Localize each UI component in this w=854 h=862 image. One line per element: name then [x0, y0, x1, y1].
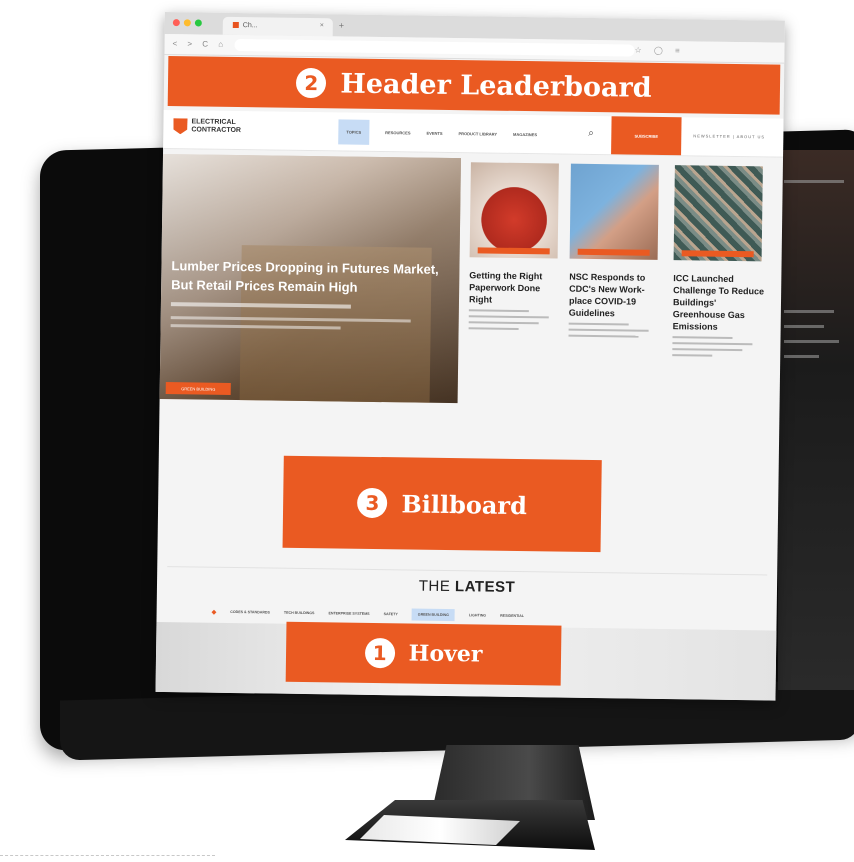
article-thumbnail [673, 165, 763, 262]
header-links[interactable]: NEWSLETTER | ABOUT US [693, 133, 765, 139]
main-nav: TOPICS RESOURCES EVENTS PRODUCT LIBRARY … [338, 112, 537, 153]
browser-window: Ch... × + < > C ⌂ ☆ ◯ ≡ 2 Header Leaderb… [155, 12, 785, 701]
placement-number-badge: 3 [357, 487, 388, 519]
hero-article[interactable]: Lumber Prices Dropping in Futures Market… [159, 153, 461, 404]
hover-ad[interactable]: 1 Hover [285, 621, 562, 686]
placement-number-badge: 1 [364, 637, 395, 669]
article-card[interactable]: ICC Launched Challenge To Reduce Buildin… [672, 165, 767, 357]
monitor-screen-edge [778, 150, 854, 690]
favicon-icon [232, 22, 239, 29]
placement-label: Header Leaderboard [340, 67, 652, 104]
hero-title[interactable]: Lumber Prices Dropping in Futures Market… [171, 256, 452, 298]
tab-codes-standards[interactable]: CODES & STANDARDS [230, 610, 270, 615]
nav-item-events[interactable]: EVENTS [426, 130, 442, 135]
placement-label: Hover [408, 640, 483, 668]
site-logo[interactable]: ELECTRICAL CONTRACTOR [173, 118, 251, 135]
article-card[interactable]: Getting the Right Paperwork Done Right [468, 162, 563, 330]
search-icon[interactable]: ⌕ [588, 128, 594, 139]
article-title[interactable]: NSC Responds to CDC's New Work-place COV… [569, 271, 662, 320]
new-tab-icon[interactable]: + [339, 20, 344, 30]
article-card[interactable]: NSC Responds to CDC's New Work-place COV… [568, 163, 663, 338]
close-tab-icon[interactable]: × [320, 22, 324, 29]
browser-toolbar-icons[interactable]: ☆ ◯ ≡ [634, 46, 684, 56]
site-header: ELECTRICAL CONTRACTOR TOPICS RESOURCES EV… [163, 109, 784, 158]
nav-item-product-library[interactable]: PRODUCT LIBRARY [458, 131, 497, 137]
category-marker-icon: ◆ [211, 609, 217, 616]
tab-label: Ch... [242, 22, 258, 30]
article-title[interactable]: ICC Launched Challenge To Reduce Buildin… [673, 272, 766, 333]
article-thumbnail [569, 163, 659, 260]
placement-label: Billboard [401, 488, 528, 520]
minimize-window-button[interactable] [183, 19, 191, 27]
billboard-ad[interactable]: 3 Billboard [282, 455, 602, 553]
section-heading: THE LATEST [418, 577, 516, 596]
tab-tech-buildings[interactable]: TECH BUILDINGS [284, 611, 315, 615]
article-title[interactable]: Getting the Right Paperwork Done Right [469, 269, 561, 306]
dashed-divider [0, 855, 215, 856]
logo-mark-icon [173, 118, 187, 134]
section-divider [167, 566, 768, 576]
maximize-window-button[interactable] [194, 19, 202, 27]
nav-item-resources[interactable]: RESOURCES [385, 130, 410, 135]
hero-category-badge[interactable]: GREEN BUILDING [165, 382, 231, 395]
nav-item-topics[interactable]: TOPICS [338, 118, 370, 145]
tab-green-building[interactable]: GREEN BUILDING [411, 608, 456, 622]
window-controls [172, 19, 202, 27]
tab-enterprise-systems[interactable]: ENTERPRISE SYSTEMS [328, 611, 369, 616]
nav-item-magazines[interactable]: MAGAZINES [513, 131, 537, 136]
subscribe-button[interactable]: SUBSCRIBE [611, 116, 682, 156]
article-thumbnail [469, 162, 559, 259]
header-leaderboard-ad[interactable]: 2 Header Leaderboard [167, 56, 781, 115]
logo-text: ELECTRICAL CONTRACTOR [191, 118, 242, 135]
placement-number-badge: 2 [296, 67, 327, 99]
browser-tab[interactable]: Ch... [222, 16, 333, 37]
url-field[interactable] [234, 38, 635, 57]
tab-lighting[interactable]: LIGHTING [469, 613, 486, 617]
close-window-button[interactable] [172, 19, 180, 27]
marketing-illustration: Ch... × + < > C ⌂ ☆ ◯ ≡ 2 Header Leaderb… [0, 0, 854, 862]
navigation-buttons[interactable]: < > C ⌂ [172, 39, 227, 49]
tab-residential[interactable]: RESIDENTIAL [500, 614, 524, 618]
tab-safety[interactable]: SAFETY [384, 612, 398, 616]
